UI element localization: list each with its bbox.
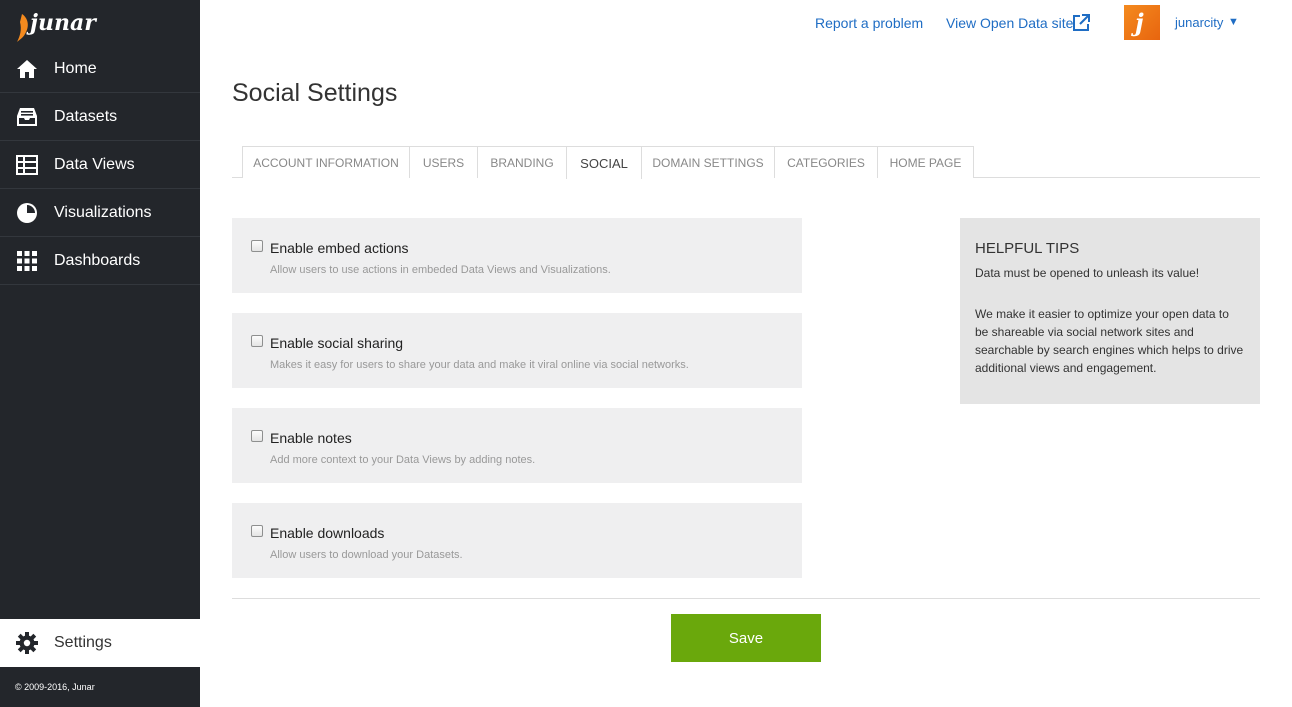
home-icon [16,58,38,80]
settings-tabs: ACCOUNT INFORMATION USERS BRANDING SOCIA… [232,146,1260,179]
pie-chart-icon [16,202,38,224]
tips-heading: HELPFUL TIPS [975,240,1080,257]
option-downloads: Enable downloads Allow users to download… [232,503,802,578]
sidebar-item-datasets[interactable]: Datasets [0,93,200,141]
tips-line-1: Data must be opened to unleash its value… [975,266,1200,280]
sidebar-item-label: Home [54,59,97,77]
save-button[interactable]: Save [671,614,821,662]
option-social-sharing: Enable social sharing Makes it easy for … [232,313,802,388]
option-description: Allow users to use actions in embeded Da… [270,264,611,276]
option-notes: Enable notes Add more context to your Da… [232,408,802,483]
grid-icon [16,250,38,272]
sidebar-item-label: Settings [54,634,112,651]
helpful-tips-panel: HELPFUL TIPS Data must be opened to unle… [960,218,1260,404]
option-description: Makes it easy for users to share your da… [270,359,689,371]
downloads-checkbox[interactable] [251,525,263,537]
table-icon [16,154,38,176]
sidebar-item-label: Data Views [54,155,135,173]
sidebar-item-dashboards[interactable]: Dashboards [0,237,200,285]
user-menu[interactable]: junarcity [1175,15,1223,30]
tab-social[interactable]: SOCIAL [566,146,642,179]
tab-users[interactable]: USERS [409,146,478,178]
sidebar-item-settings[interactable]: Settings [0,619,200,667]
option-title[interactable]: Enable embed actions [270,240,409,256]
embed-actions-checkbox[interactable] [251,240,263,252]
option-description: Add more context to your Data Views by a… [270,454,536,466]
page-title: Social Settings [232,79,398,107]
avatar-letter: j [1135,8,1144,37]
logo-text: junar [30,10,96,36]
option-title[interactable]: Enable social sharing [270,335,403,351]
tab-categories[interactable]: CATEGORIES [774,146,878,178]
tab-home-page[interactable]: HOME PAGE [877,146,974,178]
tab-branding[interactable]: BRANDING [477,146,567,178]
option-title[interactable]: Enable downloads [270,525,384,541]
sidebar-item-data-views[interactable]: Data Views [0,141,200,189]
tab-domain-settings[interactable]: DOMAIN SETTINGS [641,146,775,178]
sidebar-item-label: Dashboards [54,251,141,269]
view-open-data-link[interactable]: View Open Data site [946,15,1073,31]
notes-checkbox[interactable] [251,430,263,442]
copyright-text: © 2009-2016, Junar [15,682,95,692]
junar-logo[interactable]: junar [14,4,134,44]
option-embed-actions: Enable embed actions Allow users to use … [232,218,802,293]
gear-icon [16,632,38,654]
sidebar-item-home[interactable]: Home [0,45,200,93]
inbox-tray-icon [16,106,38,128]
divider [232,598,1260,599]
social-sharing-checkbox[interactable] [251,335,263,347]
sidebar-item-visualizations[interactable]: Visualizations [0,189,200,237]
sidebar-item-label: Visualizations [54,203,152,221]
report-problem-link[interactable]: Report a problem [815,15,923,31]
option-description: Allow users to download your Datasets. [270,549,463,561]
option-title[interactable]: Enable notes [270,430,352,446]
caret-down-icon[interactable]: ▼ [1228,16,1239,28]
avatar[interactable]: j [1124,5,1160,40]
sidebar-item-label: Datasets [54,107,118,125]
sidebar: junar Home Datasets Data Views Visualiza… [0,0,200,707]
tab-account-information[interactable]: ACCOUNT INFORMATION [242,146,410,178]
sidebar-nav: Home Datasets Data Views Visualizations … [0,45,200,285]
tips-line-2: We make it easier to optimize your open … [975,307,1244,375]
external-link-icon[interactable] [1072,14,1090,32]
